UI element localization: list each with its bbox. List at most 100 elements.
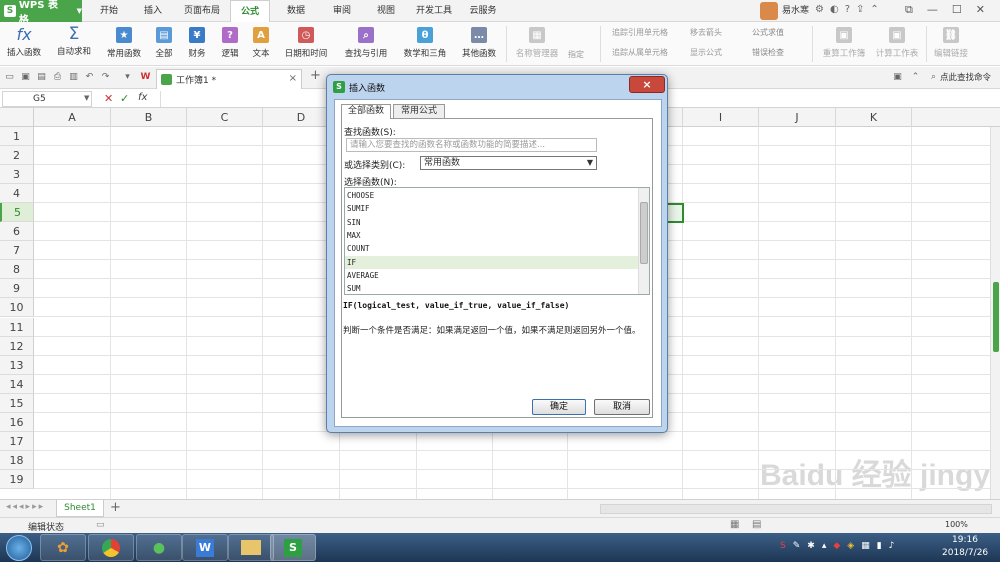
share-icon[interactable]: ⇪ <box>856 4 864 15</box>
column-header[interactable]: A <box>34 108 111 127</box>
row-header[interactable]: 9 <box>0 279 34 299</box>
finance-button[interactable]: ¥ 财务 <box>182 24 212 64</box>
column-header[interactable]: K <box>836 108 912 127</box>
taskbar-wechat[interactable]: ● <box>136 534 182 561</box>
menu-start[interactable]: 开始 <box>92 0 126 22</box>
volume-icon[interactable]: ♪ <box>889 541 895 551</box>
row-header[interactable]: 16 <box>0 412 34 432</box>
row-header[interactable]: 15 <box>0 393 34 413</box>
list-item[interactable]: COUNT <box>345 242 638 255</box>
cancel-button[interactable]: 取消 <box>594 399 650 415</box>
other-functions-button[interactable]: … 其他函数 <box>456 24 502 64</box>
row-header[interactable]: 14 <box>0 374 34 394</box>
ok-button[interactable]: 确定 <box>532 399 586 415</box>
collapse-ribbon-icon[interactable]: ⌃ <box>910 72 921 83</box>
sheet-nav-icon[interactable]: ◂◂◂▸▸▸ <box>6 502 45 512</box>
lookup-button[interactable]: ⌕ 查找与引用 <box>338 24 394 64</box>
autosum-button[interactable]: Σ 自动求和 <box>50 24 98 64</box>
taskbar-wps-writer[interactable]: W <box>182 534 228 561</box>
horizontal-scrollbar[interactable] <box>600 504 992 514</box>
zoom-level[interactable]: 100% <box>945 520 968 529</box>
print-icon[interactable]: ⎙ <box>52 72 63 83</box>
security-icon[interactable]: ◆ <box>833 541 840 551</box>
clock-date[interactable]: 2018/7/26 <box>942 548 988 558</box>
menu-data[interactable]: 数据 <box>278 0 314 22</box>
tab-common-formulas[interactable]: 常用公式 <box>393 104 445 119</box>
find-command[interactable]: 点此查找命令 <box>940 71 991 83</box>
feedback-icon[interactable]: ▣ <box>892 72 903 83</box>
new-file-icon[interactable]: ▭ <box>4 72 15 83</box>
confirm-icon[interactable]: ✓ <box>120 92 129 105</box>
app-menu-button[interactable]: S WPS 表格 ▼ <box>0 0 82 26</box>
calc-sheet-button[interactable]: ▣ 计算工作表 <box>872 24 922 64</box>
taskbar-explorer[interactable] <box>228 534 274 561</box>
list-item[interactable]: MAX <box>345 229 638 242</box>
text-button[interactable]: A 文本 <box>246 24 276 64</box>
wps-w-icon[interactable]: W <box>140 72 151 83</box>
close-icon[interactable]: ✕ <box>976 3 985 17</box>
print-preview-icon[interactable]: ▤ <box>36 72 47 83</box>
customize-quickbar-icon[interactable]: ▾ <box>122 72 133 83</box>
list-item[interactable]: SIN <box>345 216 638 229</box>
row-header[interactable]: 11 <box>0 317 34 337</box>
row-header[interactable]: 19 <box>0 469 34 489</box>
function-search-input[interactable]: 请输入您要查找的函数名称或函数功能的简要描述... <box>346 138 597 152</box>
name-manager-button[interactable]: ▦ 名称管理器 <box>510 24 564 64</box>
settings-icon[interactable]: ⚙ <box>815 4 824 15</box>
show-formulas-button[interactable]: 显示公式 <box>690 46 722 60</box>
menu-page-layout[interactable]: 页面布局 <box>178 0 226 22</box>
row-header[interactable]: 7 <box>0 241 34 261</box>
menu-cloud[interactable]: 云服务 <box>462 0 504 22</box>
restore-window-icon[interactable]: ⧉ <box>905 3 913 17</box>
new-tab-icon[interactable]: + <box>310 69 321 82</box>
sogou-icon[interactable]: S <box>780 541 786 551</box>
collapse-icon[interactable]: ⌃ <box>870 4 878 15</box>
start-button[interactable] <box>6 535 32 561</box>
user-name[interactable]: 易水寒 <box>782 0 809 22</box>
search-icon[interactable]: ⌕ <box>928 72 939 83</box>
remove-arrows-button[interactable]: 移去箭头 <box>690 26 722 40</box>
column-header[interactable]: J <box>759 108 836 127</box>
row-header[interactable]: 17 <box>0 431 34 451</box>
tab-workbook1[interactable]: 工作簿1 * × <box>156 69 302 89</box>
list-scrollbar[interactable] <box>638 188 649 294</box>
vertical-scrollbar[interactable] <box>990 127 1000 499</box>
row-header[interactable]: 8 <box>0 260 34 280</box>
assign-button[interactable]: 指定 <box>568 48 584 62</box>
logic-button[interactable]: ? 逻辑 <box>216 24 244 64</box>
signal-icon[interactable]: ▮ <box>877 541 882 551</box>
row-header[interactable]: 2 <box>0 146 34 166</box>
tab-all-functions[interactable]: 全部函数 <box>341 104 391 119</box>
close-tab-icon[interactable]: × <box>289 73 297 84</box>
minimize-icon[interactable]: — <box>927 3 938 17</box>
row-header[interactable]: 3 <box>0 165 34 185</box>
theme-icon[interactable]: ◐ <box>830 4 839 15</box>
trace-precedents-button[interactable]: 追踪引用单元格 <box>612 26 668 40</box>
maximize-icon[interactable]: ☐ <box>952 3 962 17</box>
taskbar-chrome[interactable] <box>88 534 134 561</box>
cancel-icon[interactable]: ✕ <box>104 92 113 105</box>
category-select[interactable]: 常用函数 ▼ <box>420 156 597 170</box>
save-icon[interactable]: ▣ <box>20 72 31 83</box>
scrollbar-thumb[interactable] <box>640 202 648 264</box>
insert-function-button[interactable]: fx 插入函数 <box>4 24 44 64</box>
edit-links-button[interactable]: ⛓ 编辑链接 <box>930 24 972 64</box>
settings-icon[interactable]: ✱ <box>807 541 815 551</box>
pen-icon[interactable]: ✎ <box>793 541 801 551</box>
row-header[interactable]: 5 <box>0 203 34 223</box>
column-header[interactable]: I <box>683 108 759 127</box>
list-item-selected[interactable]: IF <box>345 255 638 269</box>
scrollbar-thumb[interactable] <box>993 282 999 352</box>
taskbar-wps-sheet[interactable]: S <box>270 534 316 561</box>
fx-icon[interactable]: fx <box>138 92 147 103</box>
select-all-corner[interactable] <box>0 108 34 127</box>
function-list[interactable]: CHOOSE SUMIF SIN MAX COUNT IF AVERAGE SU… <box>344 187 650 295</box>
column-header[interactable]: C <box>187 108 263 127</box>
tray-arrow-icon[interactable]: ▴ <box>822 541 827 551</box>
menu-formula[interactable]: 公式 <box>230 0 270 22</box>
row-header[interactable]: 4 <box>0 184 34 204</box>
taskbar-app-game[interactable]: ✿ <box>40 534 86 561</box>
row-header[interactable]: 12 <box>0 336 34 356</box>
page-layout-view-icon[interactable]: ▤ <box>752 519 761 530</box>
list-item[interactable]: SUM <box>345 282 638 294</box>
